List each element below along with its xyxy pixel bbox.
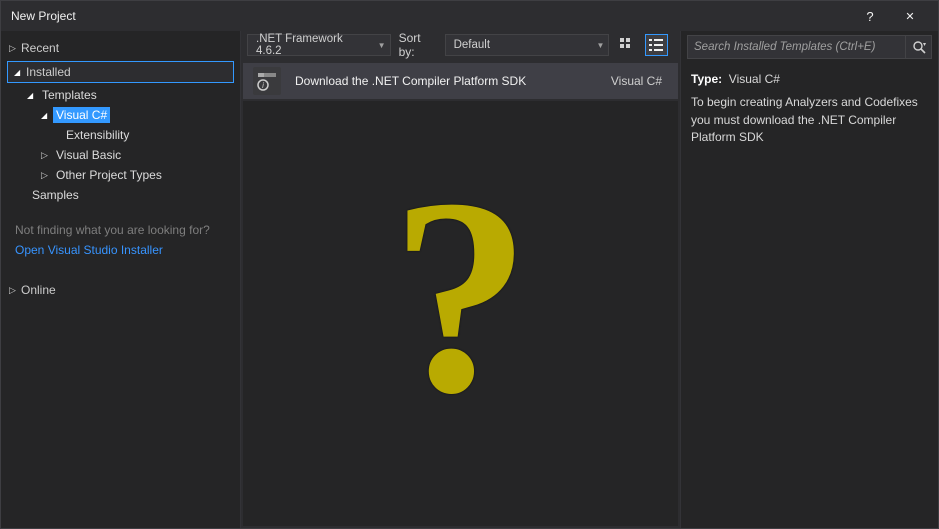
template-name: Download the .NET Compiler Platform SDK <box>295 74 611 88</box>
open-installer-link[interactable]: Open Visual Studio Installer <box>15 243 226 257</box>
nav-installed-label: Installed <box>26 65 71 79</box>
tree-other-project-types[interactable]: Other Project Types <box>41 165 240 185</box>
search-button[interactable]: ▾ <box>906 35 932 59</box>
details-pane: Search Installed Templates (Ctrl+E) ▾ Ty… <box>680 31 938 528</box>
chevron-down-icon <box>27 90 37 100</box>
close-button[interactable]: ✕ <box>890 10 930 23</box>
search-placeholder: Search Installed Templates (Ctrl+E) <box>694 41 875 53</box>
tree-visual-csharp-label: Visual C# <box>53 107 110 123</box>
view-grid-button[interactable] <box>615 34 638 56</box>
tree-extensibility-label: Extensibility <box>63 127 132 143</box>
chevron-down-icon <box>14 67 24 77</box>
nav-footer: Not finding what you are looking for? Op… <box>1 215 240 265</box>
chevron-right-icon <box>41 150 51 161</box>
nav-online-label: Online <box>21 283 56 297</box>
tree-other-label: Other Project Types <box>53 167 165 183</box>
chevron-right-icon <box>41 170 51 181</box>
nav-recent[interactable]: Recent <box>1 37 240 59</box>
tree-templates[interactable]: Templates <box>27 85 240 105</box>
nav-pane: Recent Installed Templates Visual C# Ext… <box>1 31 241 528</box>
chevron-right-icon <box>9 43 19 54</box>
details-type-value: Visual C# <box>729 72 780 86</box>
template-lang: Visual C# <box>611 74 668 88</box>
framework-value: .NET Framework 4.6.2 <box>256 33 364 57</box>
svg-text:i: i <box>262 81 264 90</box>
template-row[interactable]: i Download the .NET Compiler Platform SD… <box>243 63 678 99</box>
tree-extensibility[interactable]: Extensibility <box>63 125 240 145</box>
dropdown-icon: ▼ <box>378 41 386 50</box>
details-type-row: Type: Visual C# <box>691 71 928 88</box>
tree-visual-basic-label: Visual Basic <box>53 147 124 163</box>
nav-footer-hint: Not finding what you are looking for? <box>15 223 226 237</box>
sort-value: Default <box>454 39 490 51</box>
details-description: To begin creating Analyzers and Codefixe… <box>691 94 928 146</box>
chevron-right-icon <box>9 285 19 296</box>
dropdown-icon: ▼ <box>597 41 605 50</box>
svg-text:▾: ▾ <box>923 42 926 48</box>
template-icon: i <box>253 67 281 95</box>
tree-samples-label: Samples <box>29 187 82 203</box>
details-type-label: Type: <box>691 72 722 86</box>
window-title: New Project <box>11 9 850 23</box>
view-list-button[interactable] <box>645 34 668 56</box>
framework-select[interactable]: .NET Framework 4.6.2 ▼ <box>247 34 391 56</box>
sort-label: Sort by: <box>397 31 439 59</box>
sort-select[interactable]: Default ▼ <box>445 34 610 56</box>
tree-visual-basic[interactable]: Visual Basic <box>41 145 240 165</box>
template-toolbar: .NET Framework 4.6.2 ▼ Sort by: Default … <box>241 31 680 59</box>
nav-online[interactable]: Online <box>1 279 240 301</box>
titlebar: New Project ? ✕ <box>1 1 938 31</box>
preview-area: ? <box>243 101 678 526</box>
nav-recent-label: Recent <box>21 41 59 55</box>
chevron-down-icon <box>41 110 51 120</box>
template-pane: .NET Framework 4.6.2 ▼ Sort by: Default … <box>241 31 680 528</box>
nav-installed[interactable]: Installed <box>7 61 234 83</box>
tree-visual-csharp[interactable]: Visual C# <box>41 105 240 125</box>
help-button[interactable]: ? <box>850 9 890 24</box>
tree-templates-label: Templates <box>39 87 100 103</box>
question-mark-icon: ? <box>391 134 531 457</box>
tree-samples[interactable]: Samples <box>29 185 240 205</box>
search-input[interactable]: Search Installed Templates (Ctrl+E) <box>687 35 906 59</box>
